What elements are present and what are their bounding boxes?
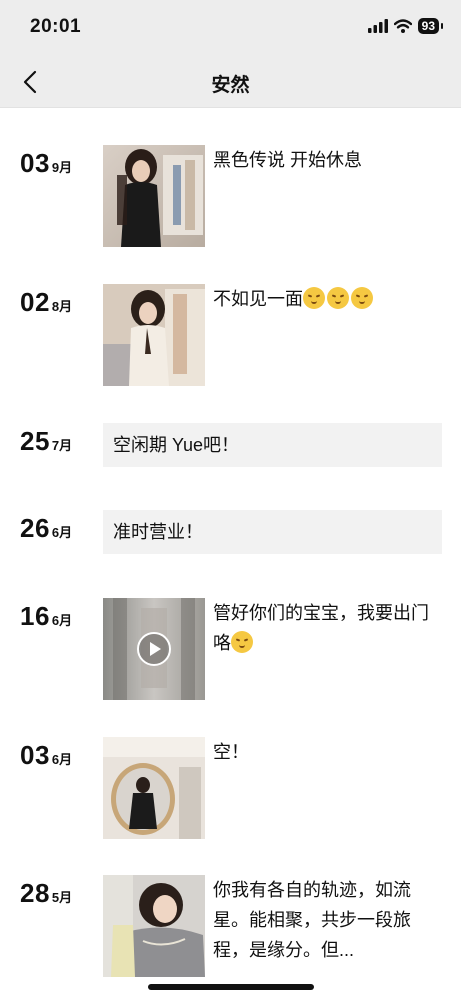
post-photo-thumbnail[interactable] bbox=[103, 145, 205, 247]
post-month: 7月 bbox=[51, 438, 73, 453]
post-text-box[interactable]: 空闲期 Yue吧！ bbox=[103, 423, 442, 467]
wifi-icon bbox=[393, 19, 412, 33]
post-photo-thumbnail[interactable] bbox=[103, 737, 205, 839]
post-caption: 你我有各自的轨迹，如流星。能相聚，共步一段旅程，是缘分。但... bbox=[213, 880, 411, 960]
post-date: 03 6月 bbox=[20, 740, 72, 771]
post-caption: 不如见一面 bbox=[213, 284, 443, 314]
grimace-emoji-icon bbox=[303, 287, 325, 309]
post-text-box[interactable]: 准时营业！ bbox=[103, 510, 442, 554]
post-photo-thumbnail[interactable] bbox=[103, 284, 205, 386]
post-month: 6月 bbox=[51, 613, 73, 628]
post-month: 5月 bbox=[51, 890, 73, 905]
grimace-emoji-icon bbox=[351, 287, 373, 309]
post-caption: 管好你们的宝宝，我要出门咯 bbox=[213, 598, 443, 658]
post-day: 02 bbox=[20, 287, 50, 317]
signal-icon bbox=[367, 19, 388, 33]
post-month: 9月 bbox=[51, 160, 73, 175]
post-day: 25 bbox=[20, 426, 50, 456]
post-month: 6月 bbox=[51, 525, 73, 540]
post-caption: 空！ bbox=[213, 742, 249, 762]
grimace-emoji-icon bbox=[231, 631, 253, 653]
home-indicator bbox=[148, 984, 314, 990]
post-video-thumbnail[interactable] bbox=[103, 598, 205, 700]
nav-bar: 安然 bbox=[0, 56, 461, 108]
post-day: 16 bbox=[20, 601, 50, 631]
battery-icon: 93 bbox=[417, 18, 444, 34]
post-day: 03 bbox=[20, 740, 50, 770]
post-day: 26 bbox=[20, 513, 50, 543]
post-day: 03 bbox=[20, 148, 50, 178]
post-day: 28 bbox=[20, 878, 50, 908]
post-photo-thumbnail[interactable] bbox=[103, 875, 205, 977]
post-date: 03 9月 bbox=[20, 148, 72, 179]
grimace-emoji-icon bbox=[327, 287, 349, 309]
post-caption-text: 不如见一面 bbox=[213, 289, 303, 309]
post-date: 02 8月 bbox=[20, 287, 72, 318]
post-date: 16 6月 bbox=[20, 601, 72, 632]
status-time: 20:01 bbox=[30, 16, 82, 37]
post-date: 26 6月 bbox=[20, 513, 72, 544]
status-icons: 93 bbox=[367, 18, 444, 34]
post-month: 8月 bbox=[51, 299, 73, 314]
post-month: 6月 bbox=[51, 752, 73, 767]
post-date: 28 5月 bbox=[20, 878, 72, 909]
post-caption: 黑色传说 开始休息 bbox=[213, 150, 363, 170]
play-icon bbox=[137, 632, 171, 666]
status-bar: 20:01 93 bbox=[0, 0, 461, 56]
post-date: 25 7月 bbox=[20, 426, 72, 457]
page-title: 安然 bbox=[211, 75, 250, 96]
